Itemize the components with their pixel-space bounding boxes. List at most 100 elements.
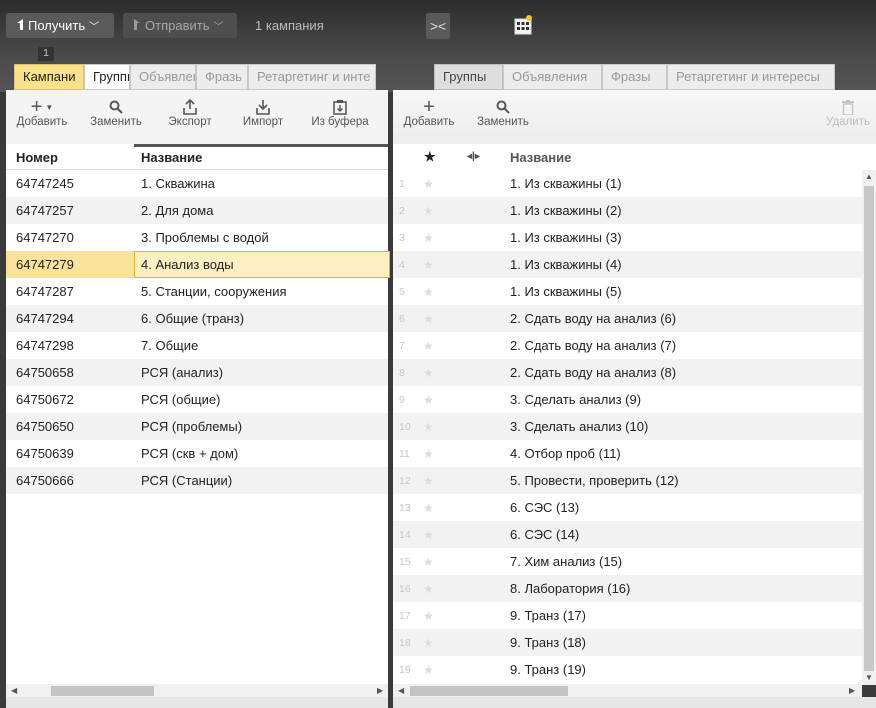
table-row[interactable]: 1 ★ 1. Из скважины (1)	[393, 170, 863, 197]
group-name-cell[interactable]: 9. Транз (19)	[510, 662, 586, 677]
favorite-star-icon[interactable]: ★	[423, 339, 434, 353]
right-horizontal-scrollbar[interactable]: ◀ ▶	[393, 684, 862, 697]
favorite-star-icon[interactable]: ★	[423, 231, 434, 245]
campaign-name-cell[interactable]: 2. Для дома	[141, 203, 213, 218]
group-name-cell[interactable]: 6. СЭС (13)	[510, 500, 579, 515]
campaign-name-cell[interactable]: 4. Анализ воды	[141, 257, 234, 272]
tab-groups[interactable]: Группь	[84, 64, 130, 90]
scroll-right-icon[interactable]: ▶	[377, 686, 383, 695]
table-row[interactable]: 64747287 5. Станции, сооружения	[6, 278, 388, 305]
table-row[interactable]: 5 ★ 1. Из скважины (5)	[393, 278, 863, 305]
table-row[interactable]: 12 ★ 5. Провести, проверить (12)	[393, 467, 863, 494]
table-row[interactable]: 11 ★ 4. Отбор проб (11)	[393, 440, 863, 467]
group-name-cell[interactable]: 5. Провести, проверить (12)	[510, 473, 679, 488]
favorite-star-icon[interactable]: ★	[423, 177, 434, 191]
group-name-cell[interactable]: 2. Сдать воду на анализ (8)	[510, 365, 676, 380]
column-header-group-name[interactable]: Название	[510, 150, 571, 165]
campaign-name-cell[interactable]: РСЯ (анализ)	[141, 365, 223, 380]
tab-retargeting-right[interactable]: Ретаргетинг и интересы	[667, 64, 835, 90]
table-row[interactable]: 8 ★ 2. Сдать воду на анализ (8)	[393, 359, 863, 386]
group-name-cell[interactable]: 3. Сделать анализ (10)	[510, 419, 648, 434]
campaign-id-cell[interactable]: 64747245	[16, 176, 74, 191]
table-row[interactable]: 64750639 РСЯ (скв + дом)	[6, 440, 388, 467]
campaign-name-cell[interactable]: 7. Общие	[141, 338, 198, 353]
scroll-right-icon[interactable]: ▶	[849, 686, 855, 695]
table-row[interactable]: 64747294 6. Общие (транз)	[6, 305, 388, 332]
scroll-left-icon[interactable]: ◀	[11, 686, 17, 695]
campaign-id-cell[interactable]: 64747294	[16, 311, 74, 326]
favorite-star-icon[interactable]: ★	[423, 555, 434, 569]
right-vertical-scroll-thumb[interactable]	[864, 186, 874, 671]
campaign-name-cell[interactable]: РСЯ (скв + дом)	[141, 446, 238, 461]
favorite-star-icon[interactable]: ★	[423, 501, 434, 515]
campaign-name-cell[interactable]: 5. Станции, сооружения	[141, 284, 287, 299]
group-name-cell[interactable]: 1. Из скважины (5)	[510, 284, 622, 299]
favorite-star-icon[interactable]: ★	[423, 204, 434, 218]
favorite-star-icon[interactable]: ★	[423, 447, 434, 461]
campaign-id-cell[interactable]: 64747298	[16, 338, 74, 353]
campaign-id-cell[interactable]: 64750650	[16, 419, 74, 434]
group-name-cell[interactable]: 1. Из скважины (4)	[510, 257, 622, 272]
replace-group-button[interactable]: Заменить	[465, 90, 541, 144]
favorite-star-icon[interactable]: ★	[423, 609, 434, 623]
right-scroll-thumb[interactable]	[410, 686, 568, 696]
table-row[interactable]: 64750666 РСЯ (Станции)	[6, 467, 388, 494]
campaign-id-cell[interactable]: 64750672	[16, 392, 74, 407]
table-row[interactable]: 64747298 7. Общие	[6, 332, 388, 359]
group-name-cell[interactable]: 1. Из скважины (3)	[510, 230, 622, 245]
tab-ads[interactable]: Объявлен	[130, 64, 196, 90]
table-row[interactable]: 64750672 РСЯ (общие)	[6, 386, 388, 413]
group-name-cell[interactable]: 9. Транз (17)	[510, 608, 586, 623]
table-row[interactable]: 6 ★ 2. Сдать воду на анализ (6)	[393, 305, 863, 332]
campaign-name-cell[interactable]: РСЯ (общие)	[141, 392, 220, 407]
table-row[interactable]: 64747270 3. Проблемы с водой	[6, 224, 388, 251]
add-group-button[interactable]: + Добавить	[393, 90, 465, 144]
tab-ads-right[interactable]: Объявления	[503, 64, 602, 90]
tab-campaigns[interactable]: Кампани	[14, 64, 84, 90]
from-clipboard-button[interactable]: Из буфера	[300, 90, 380, 144]
add-button[interactable]: + ▼ Добавить	[6, 90, 78, 144]
table-row[interactable]: 9 ★ 3. Сделать анализ (9)	[393, 386, 863, 413]
campaign-name-cell[interactable]: РСЯ (Станции)	[141, 473, 232, 488]
tab-groups-right[interactable]: Группы	[434, 64, 503, 90]
scroll-down-icon[interactable]: ▼	[865, 673, 873, 682]
campaign-id-cell[interactable]: 64747257	[16, 203, 74, 218]
replace-button[interactable]: Заменить	[78, 90, 154, 144]
table-row[interactable]: 64747279 4. Анализ воды	[6, 251, 390, 278]
table-row[interactable]: 10 ★ 3. Сделать анализ (10)	[393, 413, 863, 440]
favorite-star-icon[interactable]: ★	[423, 312, 434, 326]
favorite-star-icon[interactable]: ★	[423, 393, 434, 407]
campaign-name-cell[interactable]: РСЯ (проблемы)	[141, 419, 242, 434]
right-vertical-scrollbar[interactable]: ▲ ▼	[862, 170, 876, 685]
scroll-left-icon[interactable]: ◀	[398, 686, 404, 695]
campaign-id-cell[interactable]: 64750639	[16, 446, 74, 461]
group-name-cell[interactable]: 9. Транз (18)	[510, 635, 586, 650]
table-row[interactable]: 4 ★ 1. Из скважины (4)	[393, 251, 863, 278]
table-row[interactable]: 64750658 РСЯ (анализ)	[6, 359, 388, 386]
favorite-star-icon[interactable]: ★	[423, 663, 434, 677]
table-row[interactable]: 14 ★ 6. СЭС (14)	[393, 521, 863, 548]
table-row[interactable]: 64750650 РСЯ (проблемы)	[6, 413, 388, 440]
campaign-name-cell[interactable]: 3. Проблемы с водой	[141, 230, 269, 245]
group-name-cell[interactable]: 1. Из скважины (2)	[510, 203, 622, 218]
favorite-star-icon[interactable]: ★	[423, 474, 434, 488]
campaign-id-cell[interactable]: 64750658	[16, 365, 74, 380]
left-scroll-thumb[interactable]	[51, 686, 154, 696]
tab-retargeting[interactable]: Ретаргетинг и инте	[248, 64, 376, 90]
favorite-star-icon[interactable]: ★	[423, 528, 434, 542]
scroll-up-icon[interactable]: ▲	[865, 172, 873, 181]
group-name-cell[interactable]: 6. СЭС (14)	[510, 527, 579, 542]
campaign-id-cell[interactable]: 64747287	[16, 284, 74, 299]
group-name-cell[interactable]: 1. Из скважины (1)	[510, 176, 622, 191]
favorite-star-icon[interactable]: ★	[423, 582, 434, 596]
favorite-star-icon[interactable]: ★	[423, 285, 434, 299]
favorite-column-star-icon[interactable]: ★	[424, 149, 436, 165]
left-horizontal-scrollbar[interactable]: ◀ ▶	[6, 684, 388, 697]
table-row[interactable]: 17 ★ 9. Транз (17)	[393, 602, 863, 629]
campaign-id-cell[interactable]: 64750666	[16, 473, 74, 488]
column-header-name[interactable]: Название	[141, 150, 202, 165]
favorite-star-icon[interactable]: ★	[423, 258, 434, 272]
favorite-star-icon[interactable]: ★	[423, 636, 434, 650]
table-row[interactable]: 2 ★ 1. Из скважины (2)	[393, 197, 863, 224]
group-name-cell[interactable]: 2. Сдать воду на анализ (7)	[510, 338, 676, 353]
